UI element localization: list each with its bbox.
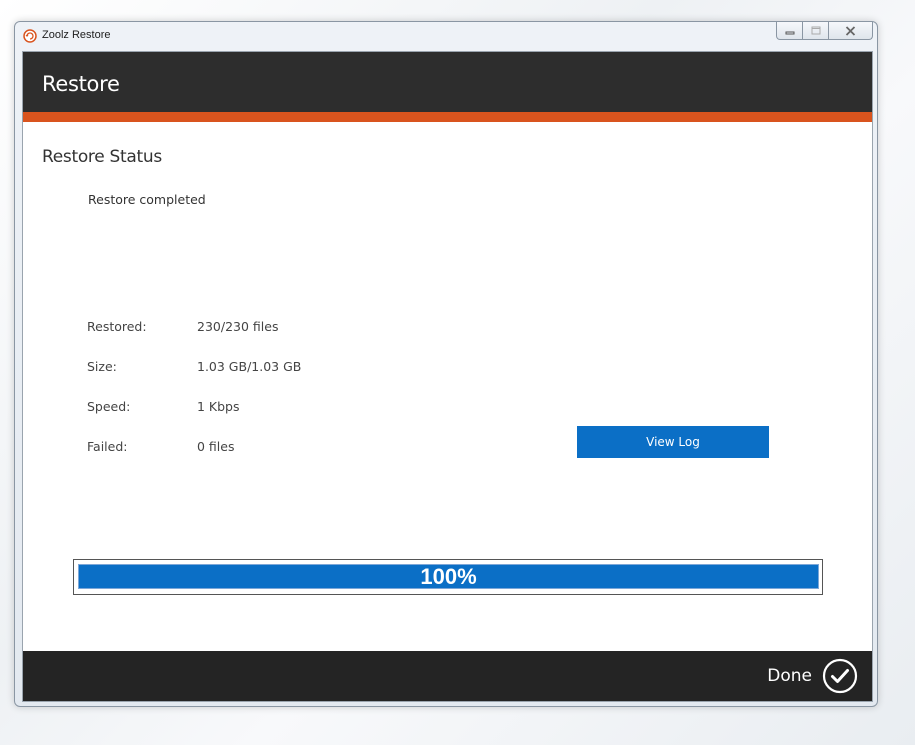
page-title: Restore [42,72,120,96]
close-icon [845,25,856,36]
view-log-button[interactable]: View Log [577,426,769,458]
speed-label: Speed: [87,399,131,414]
accent-bar [23,112,872,122]
status-message: Restore completed [88,192,206,207]
header-bar: Restore [23,52,872,112]
size-label: Size: [87,359,117,374]
maximize-icon [811,26,820,35]
failed-label: Failed: [87,439,128,454]
restored-value: 230/230 files [197,319,279,334]
close-button[interactable] [829,22,873,40]
done-button[interactable]: Done [767,658,858,694]
zoolz-app-icon [23,29,37,43]
client-area: Restore Restore Status Restore completed… [22,51,873,702]
progress-label: 100% [420,563,477,589]
progress-track: 100% [78,564,819,589]
window-controls [776,22,873,42]
app-window: Zoolz Restore Restore Restore Status Res… [14,21,878,707]
section-title: Restore Status [42,147,162,167]
failed-value: 0 files [197,439,235,454]
restored-label: Restored: [87,319,147,334]
window-title: Zoolz Restore [42,29,111,41]
progress-bar: 100% [73,559,823,595]
size-value: 1.03 GB/1.03 GB [197,359,302,374]
footer-bar: Done [23,651,872,701]
maximize-button[interactable] [803,22,829,40]
done-label: Done [767,666,812,686]
minimize-icon [785,31,794,34]
checkmark-circle-icon [822,658,858,694]
desktop-background: Zoolz Restore Restore Restore Status Res… [0,0,915,745]
title-bar[interactable]: Zoolz Restore [15,22,877,50]
minimize-button[interactable] [776,22,803,40]
speed-value: 1 Kbps [197,399,240,414]
